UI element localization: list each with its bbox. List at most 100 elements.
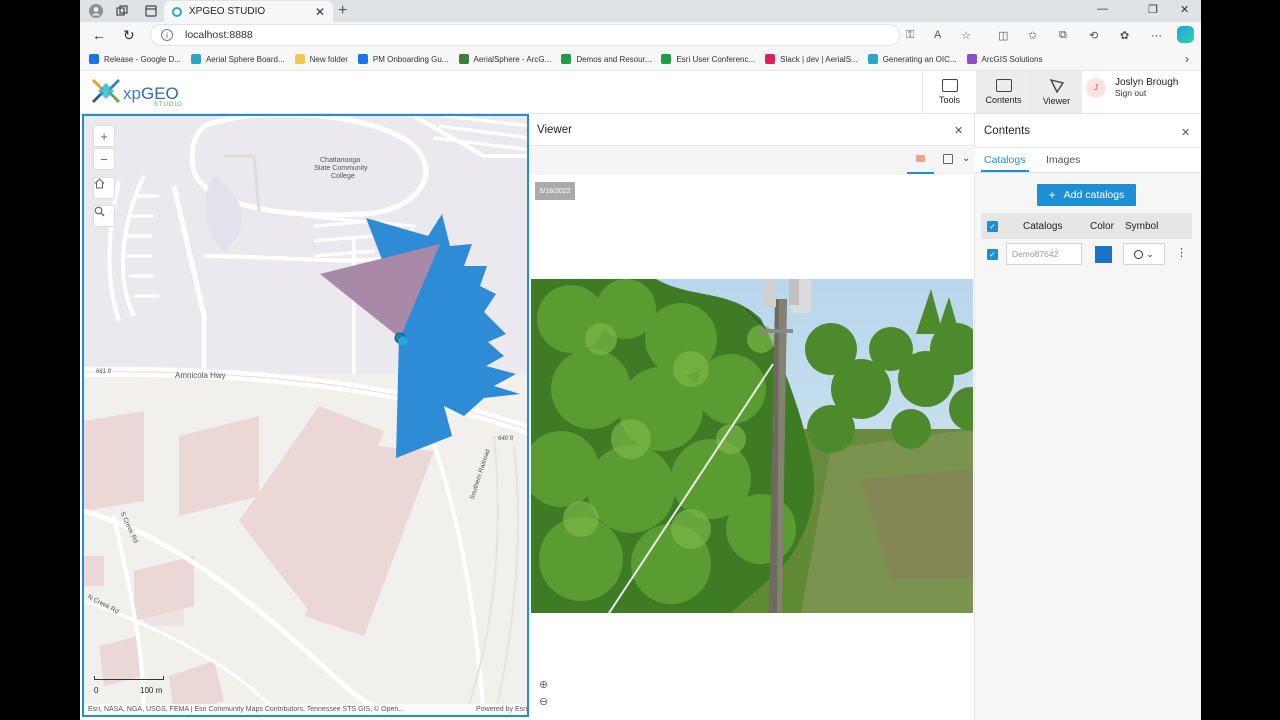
url-text: localhost:8888 [185, 29, 253, 41]
attribution-text[interactable]: Esri, NASA, NGA, USGS, FEMA | Esri Commu… [88, 706, 404, 713]
contents-tabs: Catalogs Images [975, 148, 1201, 173]
basemap[interactable] [84, 116, 529, 717]
zoom-out-button[interactable]: − [93, 148, 115, 170]
bookmark-item[interactable]: New folder [294, 54, 348, 64]
bookmark-label: Demos and Resour... [576, 54, 652, 64]
tab-actions-icon[interactable] [143, 3, 159, 19]
gallery-icon[interactable] [943, 154, 953, 164]
bookmark-icon [89, 54, 99, 64]
map-label-college-3: College [331, 173, 355, 180]
password-key-icon[interactable]: ⚿ [906, 29, 914, 42]
xpgeo-logo[interactable]: xpGEO STUDIO [92, 77, 182, 108]
viewer-button[interactable]: Viewer [1030, 71, 1082, 113]
info-icon[interactable]: i [161, 29, 173, 41]
oblique-image[interactable] [531, 279, 973, 613]
refresh-icon[interactable]: ↻ [123, 27, 135, 44]
back-icon[interactable]: ← [92, 27, 106, 43]
bookmark-item[interactable]: Demos and Resour... [561, 54, 651, 64]
minimize-icon[interactable]: — [1097, 3, 1108, 15]
tab-close-icon[interactable]: ✕ [315, 5, 325, 19]
minus-icon: − [100, 151, 108, 167]
bookmark-item[interactable]: AerialSphere - ArcG... [458, 54, 551, 64]
avatar[interactable]: J [1086, 77, 1106, 98]
contents-button[interactable]: Contents [976, 71, 1030, 113]
plus-icon: + [1048, 188, 1056, 202]
tab-images[interactable]: Images [1046, 154, 1080, 166]
bookmark-item[interactable]: Release - Google D... [89, 54, 181, 64]
bookmark-item[interactable]: Slack | dev | AerialS... [765, 54, 858, 64]
favorites-icon[interactable]: ✩ [1028, 29, 1037, 42]
bookmark-item[interactable]: Aerial Sphere Board... [190, 54, 285, 64]
zoom-out-icon[interactable]: ⊖ [539, 695, 548, 708]
catalog-name-field[interactable]: Demo87642 [1006, 243, 1082, 265]
extensions-icon[interactable]: ✿ [1120, 29, 1129, 42]
bookmark-item[interactable]: Esri User Conferenc... [661, 54, 755, 64]
address-bar-row: ← ↻ i localhost:8888 ⚿ A ☆ ◫ ✩ ⧉ ⟲ ✿ ⋯ [80, 22, 1201, 48]
tools-icon [941, 79, 958, 92]
select-all-checkbox[interactable]: ✓ [987, 221, 998, 232]
tools-label: Tools [938, 95, 960, 105]
row-checkbox[interactable]: ✓ [987, 249, 998, 260]
profile-icon[interactable] [88, 3, 104, 19]
col-symbol: Symbol [1125, 221, 1159, 232]
image-mode-icon[interactable] [916, 155, 925, 162]
brand-prefix: xp [123, 84, 141, 103]
map-attribution: Esri, NASA, NGA, USGS, FEMA | Esri Commu… [84, 704, 527, 715]
map-label-road-1: Amnicola Hwy [175, 371, 226, 380]
viewer-toolbar: ⌄ [529, 147, 975, 175]
color-swatch[interactable] [1095, 246, 1112, 263]
search-button[interactable] [93, 205, 115, 227]
new-tab-icon[interactable]: + [338, 2, 347, 20]
tab-catalogs[interactable]: Catalogs [984, 154, 1025, 166]
symbol-select[interactable]: ⌄ [1123, 243, 1165, 265]
bookmark-item[interactable]: PM Onboarding Gu... [357, 54, 449, 64]
contents-close-icon[interactable]: ✕ [1181, 126, 1190, 139]
map-label-elev-1: 661 ft [96, 369, 112, 375]
tools-button[interactable]: Tools [922, 71, 976, 113]
copilot-icon[interactable] [1177, 26, 1194, 43]
bookmark-icon [190, 54, 201, 64]
app-header: xpGEO STUDIO Tools Contents Viewer J Jos… [80, 71, 1201, 114]
favorite-star-icon[interactable]: ☆ [961, 29, 971, 42]
sign-out-link[interactable]: Sign out [1115, 88, 1178, 98]
home-icon [94, 178, 105, 189]
add-catalogs-button[interactable]: + Add catalogs [1037, 184, 1136, 206]
kebab-icon[interactable]: ⋮ [1176, 246, 1187, 259]
search-icon [94, 206, 105, 217]
chevron-down-icon[interactable]: ⌄ [962, 153, 970, 164]
url-field[interactable]: i localhost:8888 [150, 24, 900, 46]
map-view[interactable]: + − Chattanooga State Community College … [82, 114, 529, 717]
powered-by[interactable]: Powered by Esri [476, 706, 527, 713]
map-label-college-2: State Community [314, 165, 368, 172]
user-name: Joslyn Brough [1115, 77, 1179, 88]
scale-zero: 0 [94, 686, 99, 695]
bookmark-label: Slack | dev | AerialS... [780, 54, 858, 64]
circle-symbol-icon [1134, 249, 1144, 259]
add-catalogs-label: Add catalogs [1063, 189, 1125, 201]
browser-tab[interactable]: XPGEO STUDIO ✕ [164, 1, 333, 22]
history-icon[interactable]: ⟲ [1089, 29, 1098, 42]
read-aloud-icon[interactable]: A [934, 29, 941, 41]
viewer-close-icon[interactable]: ✕ [954, 124, 963, 137]
more-options-icon[interactable]: ⋯ [1151, 29, 1162, 42]
bookmark-item[interactable]: ArcGIS Solutions [966, 54, 1042, 64]
brand-sub: STUDIO [154, 102, 183, 108]
window-close-icon[interactable]: ✕ [1180, 3, 1189, 16]
bookmarks-more-icon[interactable]: › [1185, 52, 1189, 66]
zoom-in-icon[interactable]: ⊕ [539, 678, 548, 691]
bookmark-icon [661, 54, 672, 64]
viewer-label: Viewer [1042, 95, 1071, 106]
bookmark-item[interactable]: Generating an OIC... [867, 54, 957, 64]
contents-panel: Contents ✕ Catalogs Images + Add catalog… [975, 114, 1201, 720]
brand-name: GEO [140, 84, 179, 103]
workspaces-icon[interactable] [114, 3, 130, 19]
split-screen-icon[interactable]: ◫ [998, 29, 1008, 42]
contents-icon [995, 79, 1012, 92]
active-mode-underline [907, 172, 934, 174]
home-button[interactable] [93, 177, 115, 199]
viewer-icon [1049, 78, 1064, 93]
collections-icon[interactable]: ⧉ [1059, 29, 1067, 42]
zoom-in-button[interactable]: + [93, 125, 115, 147]
restore-icon[interactable]: ❐ [1148, 3, 1158, 16]
user-menu[interactable]: J Joslyn Brough Sign out [1086, 77, 1178, 98]
